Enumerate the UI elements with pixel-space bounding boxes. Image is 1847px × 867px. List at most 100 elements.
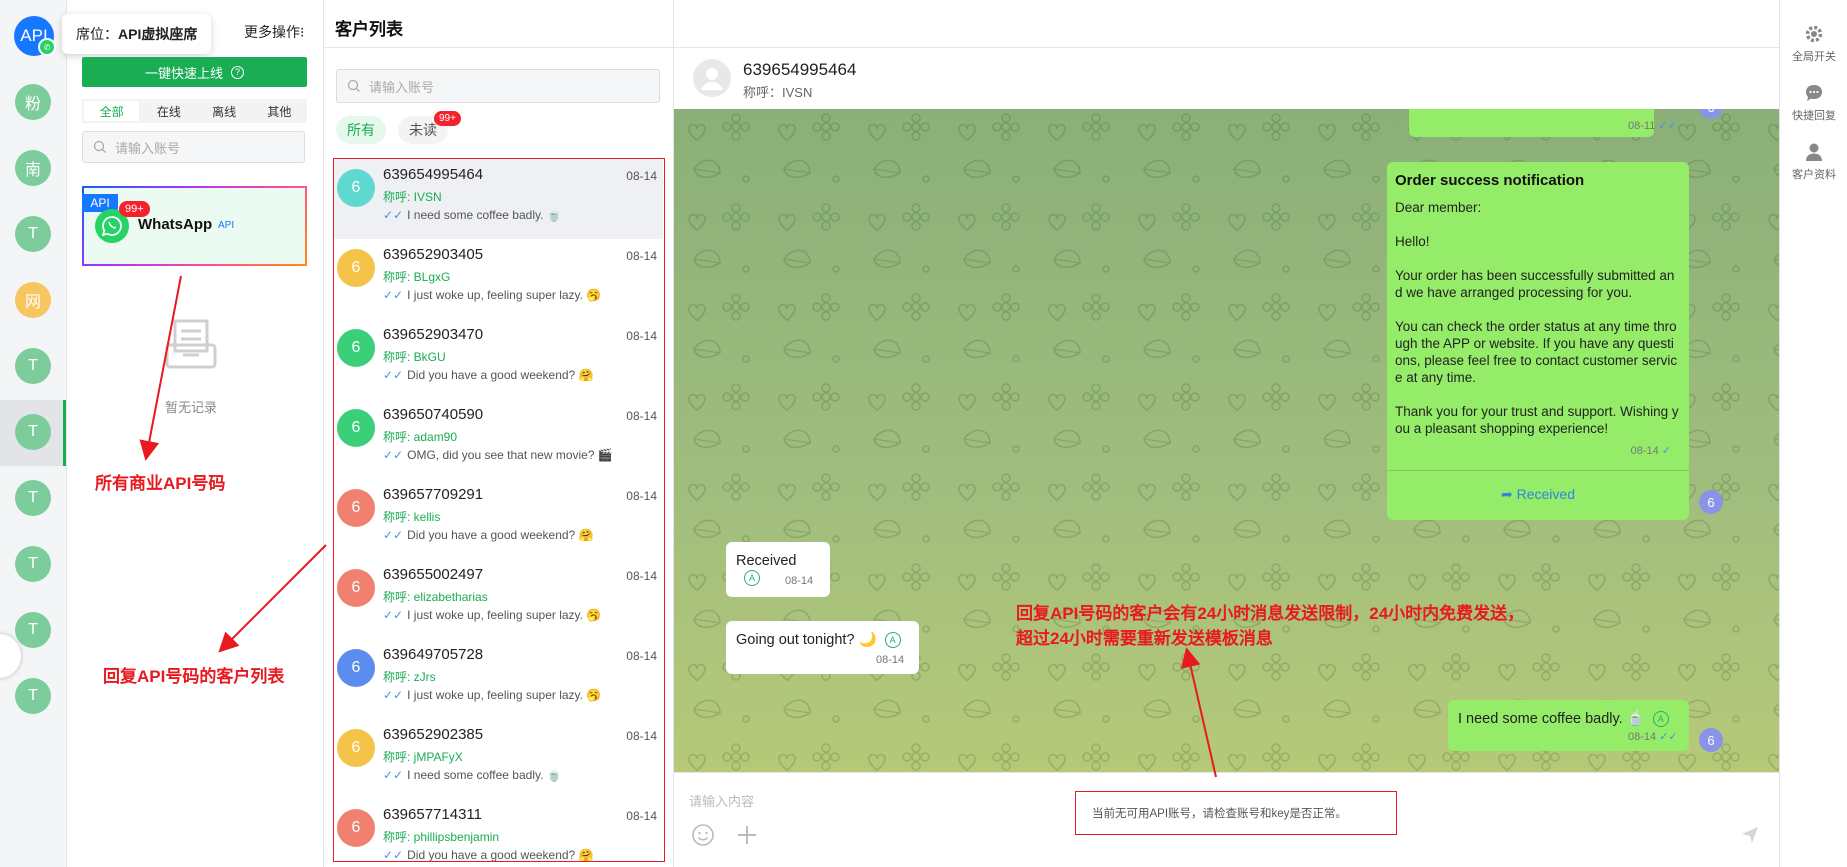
customer-number: 639654995464: [383, 166, 484, 183]
attach-plus-icon[interactable]: [735, 823, 759, 847]
chat-messages-area[interactable]: 08-11 ✓✓ 6 Order success notification De…: [674, 109, 1779, 773]
seat-tab-all[interactable]: 全部: [84, 101, 140, 121]
customer-date: 08-14: [626, 729, 657, 743]
customer-row[interactable]: 6 639657714311 08-14 称呼: phillipsbenjamin ✓✓…: [334, 799, 663, 862]
tab-all[interactable]: 所有: [336, 116, 386, 144]
order-p1: Dear member:: [1395, 200, 1482, 215]
unread-count-badge: 99+: [434, 111, 461, 126]
send-icon[interactable]: [1741, 826, 1759, 844]
customer-nick: 称呼: kellis: [383, 510, 441, 524]
read-ticks-icon: ✓✓: [383, 528, 404, 542]
rail-account-4[interactable]: 网: [15, 282, 51, 318]
rail-account-1[interactable]: 粉: [15, 84, 51, 120]
customer-number: 639657714311: [383, 806, 482, 823]
global-switch-button[interactable]: 全局开关: [1780, 24, 1847, 64]
customer-row[interactable]: 6 639650740590 08-14 称呼: adam90 ✓✓ OMG, did y…: [334, 399, 663, 479]
emoji-icon[interactable]: [691, 823, 715, 847]
rail-account-3[interactable]: T: [15, 216, 51, 252]
rail-account-5[interactable]: T: [15, 348, 51, 384]
order-p5: Thank you for your trust and support. Wi…: [1395, 404, 1679, 436]
customer-date: 08-14: [626, 329, 657, 343]
annotation-api-numbers: 所有商业API号码: [95, 474, 226, 493]
customer-last-message-text: Did you have a good weekend? 🤗: [407, 848, 594, 862]
customer-date: 08-14: [626, 569, 657, 583]
customer-nick: 称呼: adam90: [383, 430, 458, 444]
order-p3: Your order has been successfully submitt…: [1395, 268, 1675, 300]
customer-last-message: ✓✓ I need some coffee badly. 🍵: [383, 768, 562, 782]
customer-avatar: 6: [337, 729, 375, 767]
quick-reply-label: 快捷回复: [1792, 110, 1836, 122]
seat-tab-online[interactable]: 在线: [141, 99, 196, 123]
rail-account-6[interactable]: T: [15, 414, 51, 450]
customer-number: 639650740590: [383, 406, 484, 423]
customer-last-message-text: OMG, did you see that new movie? 🎬: [407, 448, 613, 462]
rail-account-10[interactable]: T: [15, 678, 51, 714]
customer-row[interactable]: 6 639649705728 08-14 称呼: zJrs ✓✓ I just woke …: [334, 639, 663, 719]
customer-last-message-text: I just woke up, feeling super lazy. 🥱: [407, 608, 602, 622]
customer-row[interactable]: 6 639654995464 08-14 称呼: IVSN ✓✓ I need some …: [334, 159, 663, 239]
order-divider: [1387, 470, 1689, 471]
customer-profile-button[interactable]: 客户资料: [1780, 142, 1847, 182]
read-ticks-icon: ✓✓: [383, 288, 404, 302]
customer-nick: 称呼: zJrs: [383, 670, 436, 684]
customer-number: 639655002497: [383, 566, 484, 583]
seat-tab-offline[interactable]: 离线: [197, 99, 252, 123]
ai-translate-icon[interactable]: A: [884, 632, 901, 649]
customer-avatar: 6: [337, 409, 375, 447]
ai-translate-icon[interactable]: A: [744, 570, 760, 587]
order-title: Order success notification: [1395, 172, 1585, 189]
message-text: Going out tonight? 🌙: [736, 632, 877, 648]
rail-account-9[interactable]: T: [15, 612, 51, 648]
chat-contact-number: 639654995464: [743, 60, 857, 79]
message-bubble-in[interactable]: Going out tonight? 🌙 A 08-14: [726, 621, 919, 674]
customer-date: 08-14: [626, 169, 657, 183]
chat-contact-avatar[interactable]: [693, 59, 731, 97]
customer-last-message: ✓✓ Did you have a good weekend? 🤗: [383, 848, 594, 862]
customer-last-message: ✓✓ OMG, did you see that new movie? 🎬: [383, 448, 613, 462]
customer-avatar: 6: [337, 249, 375, 287]
whatsapp-badge-icon: ✆: [38, 38, 56, 56]
order-p2: Hello!: [1395, 234, 1430, 249]
input-divider: [674, 772, 1779, 773]
customer-nick: 称呼: elizabetharias: [383, 590, 488, 604]
rail-account-2[interactable]: 南: [15, 150, 51, 186]
customer-last-message: ✓✓ I need some coffee badly. 🍵: [383, 208, 562, 222]
customer-last-message: ✓✓ I just woke up, feeling super lazy. 🥱: [383, 688, 601, 702]
customer-last-message-text: Did you have a good weekend? 🤗: [407, 368, 594, 382]
seat-search-input[interactable]: 请输入账号: [82, 131, 305, 163]
chat-contact-nick: 称呼：IVSN: [743, 85, 813, 100]
more-ops-menu[interactable]: 更多操作⁝: [244, 22, 304, 42]
message-bubble-out[interactable]: I need some coffee badly. 🍵 A 08-14 ✓✓: [1448, 700, 1689, 751]
customer-row[interactable]: 6 639652903405 08-14 称呼: BLgxG ✓✓ I just woke…: [334, 239, 663, 319]
seat-tab-other[interactable]: 其他: [252, 99, 307, 123]
message-time: 08-14 ✓✓: [1628, 731, 1678, 743]
customer-row[interactable]: 6 639657709291 08-14 称呼: kellis ✓✓ Did you ha…: [334, 479, 663, 559]
rail-account-8[interactable]: T: [15, 546, 51, 582]
customer-search-placeholder: 请输入账号: [369, 79, 435, 95]
customer-row[interactable]: 6 639652903470 08-14 称呼: BkGU ✓✓ Did you have…: [334, 319, 663, 399]
customer-last-message-text: I just woke up, feeling super lazy. 🥱: [407, 288, 602, 302]
customer-last-message-text: Did you have a good weekend? 🤗: [407, 528, 594, 542]
rail-account-7[interactable]: T: [15, 480, 51, 516]
message-text: I need some coffee badly. 🍵: [1458, 711, 1645, 727]
order-notification-bubble[interactable]: Order success notification Dear member: …: [1387, 162, 1689, 520]
customer-date: 08-14: [626, 489, 657, 503]
customer-row[interactable]: 6 639655002497 08-14 称呼: elizabetharias ✓✓ I …: [334, 559, 663, 639]
customer-nick: 称呼: jMPAFyX: [383, 750, 463, 764]
ai-translate-icon[interactable]: A: [1652, 711, 1669, 728]
message-time: 08-14: [876, 654, 905, 666]
message-bubble-in[interactable]: ReceivedA 08-14: [726, 542, 830, 597]
quick-reply-button[interactable]: 快捷回复: [1780, 83, 1847, 123]
reply-arrow-icon: ➦: [1501, 486, 1517, 502]
read-ticks-icon: ✓✓: [383, 368, 404, 382]
customer-list-title: 客户列表: [335, 20, 403, 39]
message-bubble-out[interactable]: [1409, 109, 1654, 137]
quick-online-button[interactable]: 一键快速上线 ?: [82, 57, 307, 87]
customer-date: 08-14: [626, 649, 657, 663]
order-received-button[interactable]: ➦ Received: [1387, 486, 1689, 503]
customer-row[interactable]: 6 639652902385 08-14 称呼: jMPAFyX ✓✓ I need so…: [334, 719, 663, 799]
api-account-avatar[interactable]: API ✆: [14, 16, 56, 56]
read-ticks-icon: ✓✓: [383, 768, 404, 782]
customer-search-input[interactable]: 请输入账号: [336, 69, 660, 103]
customer-date: 08-14: [626, 809, 657, 823]
